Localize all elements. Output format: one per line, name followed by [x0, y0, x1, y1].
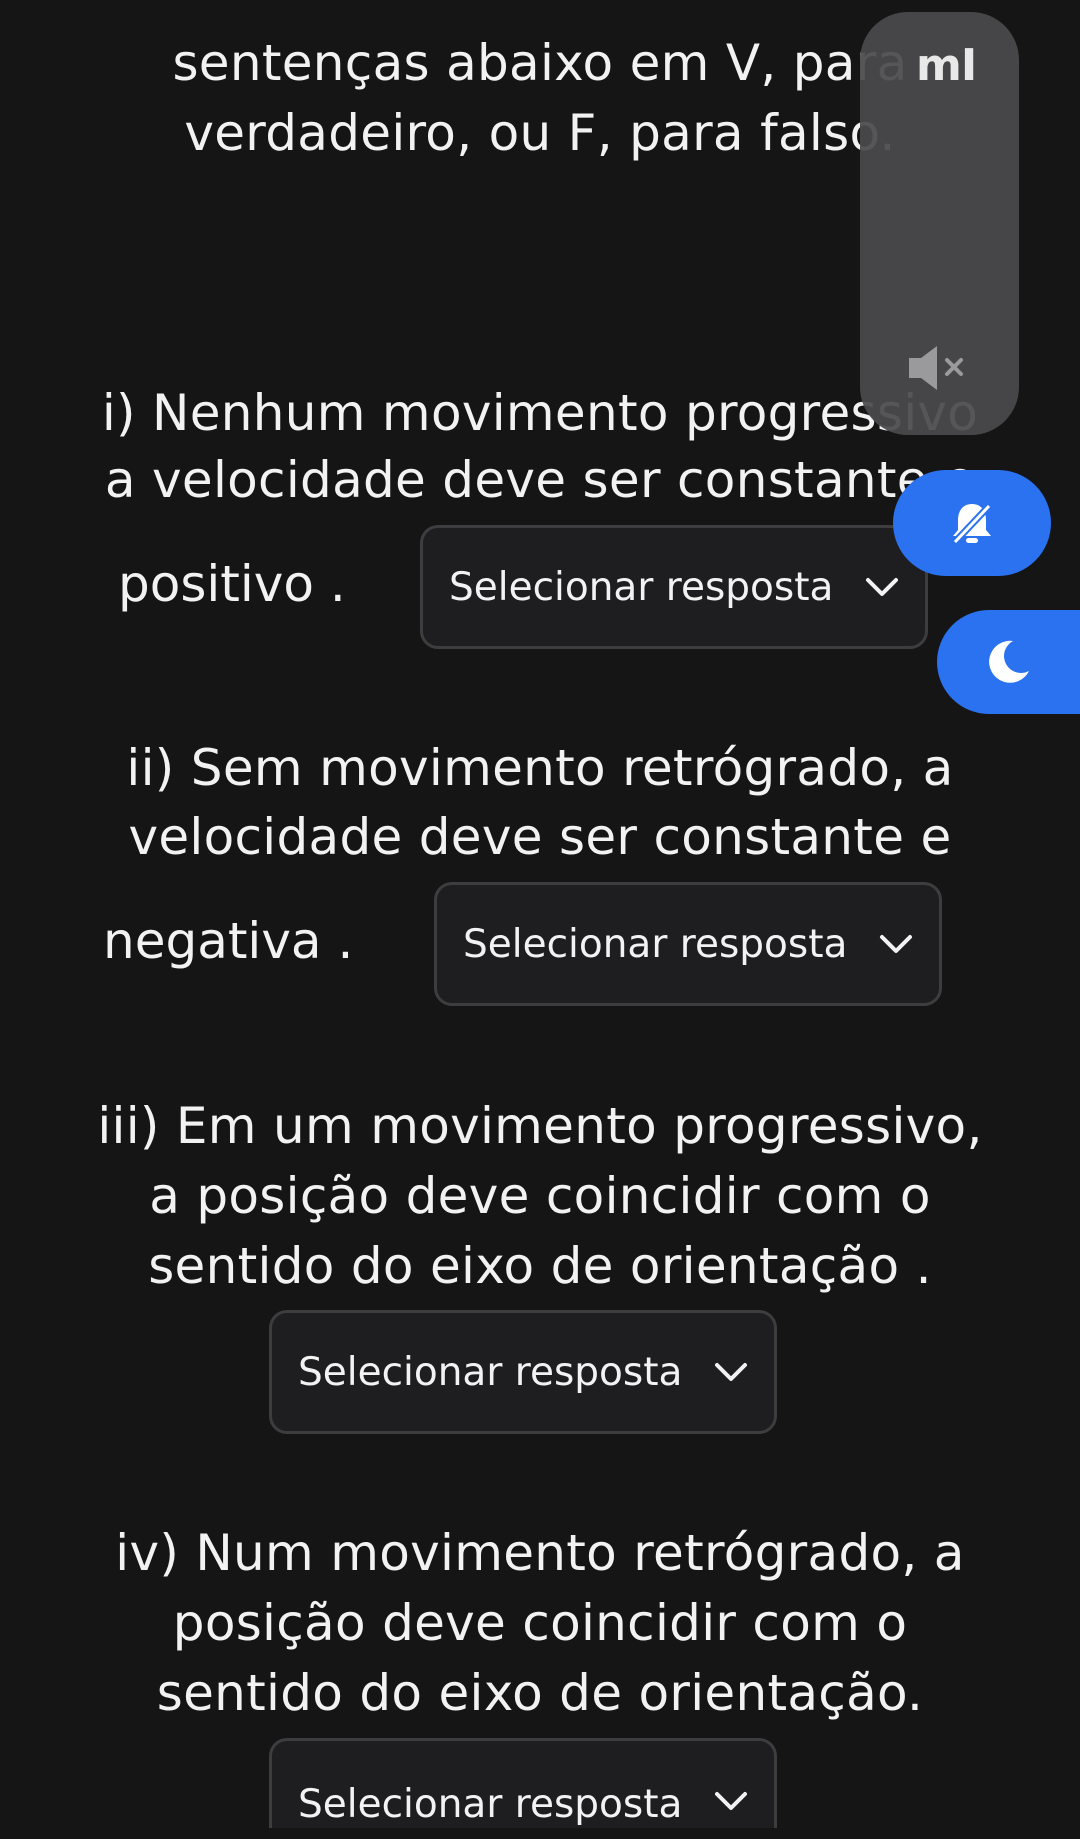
- silent-mode-toggle[interactable]: [893, 470, 1051, 576]
- item-4-line-2: posição deve coincidir com o: [172, 1594, 908, 1652]
- answer-select-4-value: Selecionar resposta: [298, 1782, 683, 1827]
- item-3-line-3: sentido do eixo de orientação .: [148, 1237, 932, 1295]
- answer-select-2[interactable]: Selecionar resposta: [434, 882, 942, 1006]
- chevron-down-icon: [715, 1792, 747, 1810]
- moon-icon: [989, 640, 1029, 683]
- chevron-down-icon: [880, 935, 912, 953]
- answer-select-3-value: Selecionar resposta: [298, 1349, 683, 1395]
- answer-select-1[interactable]: Selecionar resposta: [420, 525, 928, 649]
- chevron-down-icon: [715, 1363, 747, 1381]
- brand-logo: mI: [916, 40, 977, 91]
- item-2-line-2: velocidade deve ser constante e: [128, 808, 952, 866]
- speaker-muted-icon[interactable]: [905, 340, 969, 396]
- chevron-down-icon: [866, 578, 898, 596]
- item-4-line-1: iv) Num movimento retrógrado, a: [115, 1524, 965, 1582]
- item-1-tail: positivo .: [118, 555, 346, 613]
- dnd-mode-toggle[interactable]: [937, 610, 1080, 714]
- item-4-line-3: sentido do eixo de orientação.: [156, 1664, 924, 1722]
- answer-select-1-value: Selecionar resposta: [449, 564, 834, 610]
- answer-select-3[interactable]: Selecionar resposta: [269, 1310, 777, 1434]
- item-3-line-2: a posição deve coincidir com o: [149, 1167, 931, 1225]
- answer-select-4[interactable]: Selecionar resposta: [269, 1738, 777, 1828]
- item-2-line-1: ii) Sem movimento retrógrado, a: [126, 739, 954, 797]
- answer-select-2-value: Selecionar resposta: [463, 921, 848, 967]
- item-3-line-1: iii) Em um movimento progressivo,: [97, 1097, 983, 1155]
- item-2-tail: negativa .: [103, 912, 354, 970]
- bell-off-icon: [952, 503, 992, 545]
